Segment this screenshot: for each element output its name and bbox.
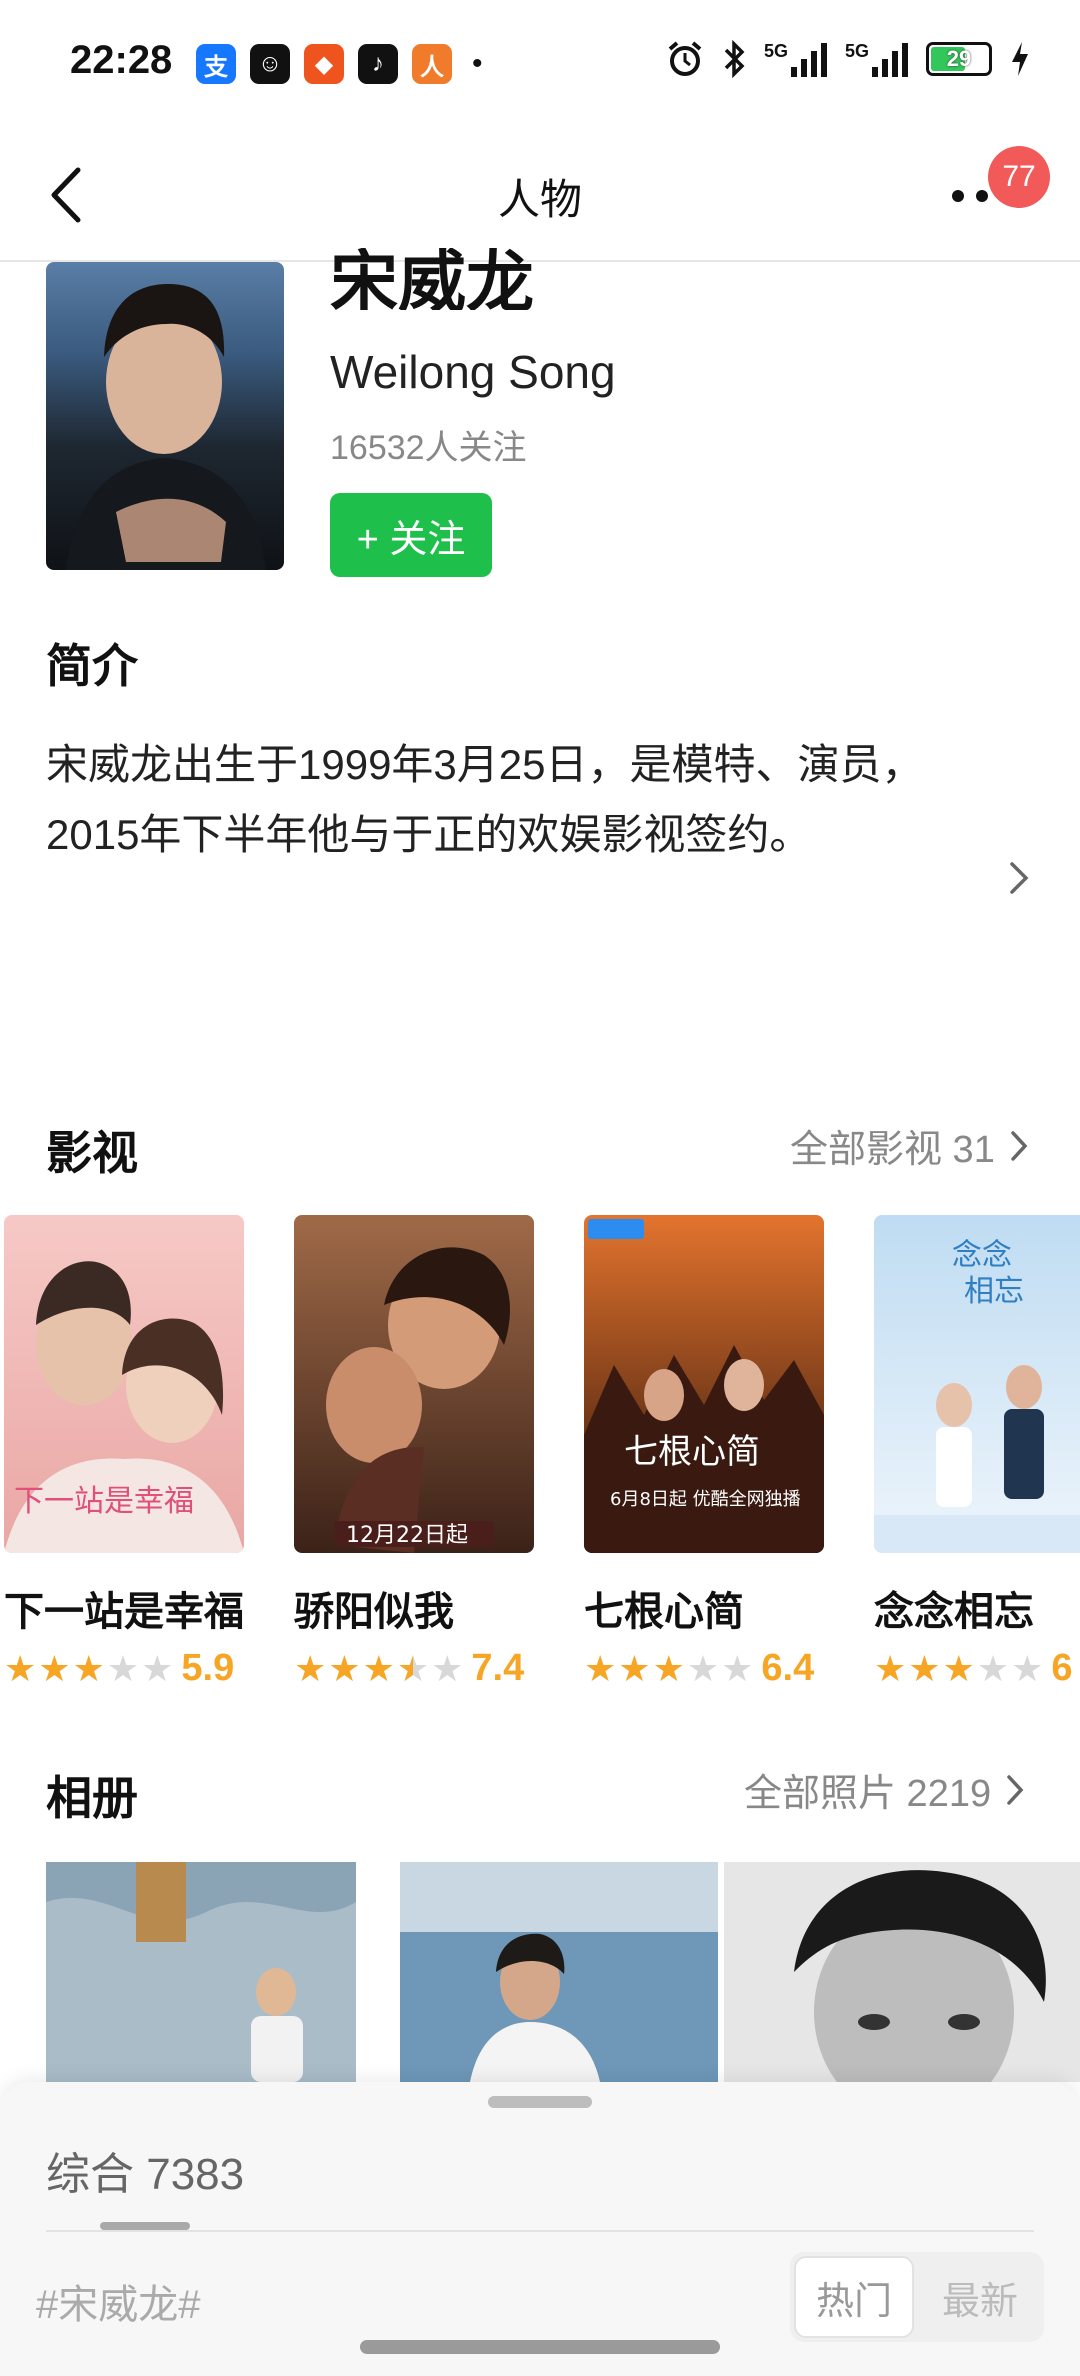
charging-icon: [1012, 42, 1028, 76]
app-person-icon: 人: [412, 44, 452, 84]
chevron-right-icon: [1007, 1774, 1024, 1805]
svg-text:七根心简: 七根心简: [624, 1432, 760, 1472]
svg-text:下一站是幸福: 下一站是幸福: [14, 1484, 194, 1519]
film-poster: 七根心简 6月8日起 优酷全网独播: [584, 1215, 824, 1553]
topic-hashtag[interactable]: #宋威龙#: [36, 2272, 201, 2330]
album-photo[interactable]: [46, 1862, 356, 2082]
film-poster: 下一站是幸福: [4, 1215, 244, 1553]
film-card[interactable]: 七根心简 6月8日起 优酷全网独播 七根心简 ★ ★ ★ ★ ★ 6.4: [584, 1215, 824, 1690]
app-music-icon: ♪: [358, 44, 398, 84]
battery-icon: 29: [926, 42, 992, 76]
film-rating: ★ ★ ★ ★ ★ 5.9: [4, 1647, 244, 1690]
film-score: 7.4: [471, 1647, 525, 1689]
follower-count: 16532人关注: [330, 429, 527, 467]
sheet-divider: [46, 2230, 1034, 2232]
person-avatar[interactable]: [46, 262, 284, 570]
home-indicator[interactable]: [360, 2340, 720, 2354]
sort-new-button[interactable]: 最新: [920, 2256, 1040, 2338]
intro-text[interactable]: 宋威龙出生于1999年3月25日，是模特、演员，2015年下半年他与于正的欢娱影…: [46, 730, 926, 870]
app-smile-icon: ☺: [250, 44, 290, 84]
sheet-drag-handle[interactable]: [488, 2096, 592, 2108]
svg-text:念念: 念念: [952, 1238, 1012, 1273]
film-card[interactable]: 念念 相忘 念念相忘 ★ ★ ★ ★ ★ 6: [874, 1215, 1080, 1690]
film-score: 6: [1051, 1647, 1073, 1689]
album-heading: 相册: [46, 1772, 138, 1824]
film-title: 骄阳似我: [294, 1590, 454, 1634]
notification-badge: 77: [988, 146, 1050, 208]
status-bar: 22:28 支 ☺ ◆ ♪ 人 • 5G 5G 29: [0, 0, 1080, 130]
film-card[interactable]: 下一站是幸福 下一站是幸福 ★ ★ ★ ★ ★ 5.9: [4, 1215, 244, 1690]
film-poster: 12月22日起: [294, 1215, 534, 1553]
more-notifications-dot: •: [472, 47, 483, 80]
svg-text:相忘: 相忘: [964, 1274, 1024, 1309]
rating-stars: ★ ★ ★ ★ ★: [294, 1647, 464, 1689]
all-films-link[interactable]: 全部影视 31: [790, 1118, 1029, 1173]
intro-heading: 简介: [46, 640, 138, 692]
page-title: 人物: [497, 176, 582, 223]
album-photo[interactable]: [724, 1862, 1080, 2082]
all-photos-link[interactable]: 全部照片 2219: [744, 1762, 1025, 1817]
film-rating: ★ ★ ★ ★ ★ 6.4: [584, 1647, 824, 1690]
films-heading: 影视: [46, 1127, 138, 1179]
film-poster: 念念 相忘: [874, 1215, 1080, 1553]
film-title: 念念相忘: [874, 1590, 1034, 1634]
app-orange-icon: ◆: [304, 44, 344, 84]
intro-expand-chevron-icon[interactable]: [1008, 860, 1030, 896]
person-name-cn: 宋威龙: [330, 248, 535, 310]
alarm-icon: [668, 41, 702, 76]
album-photo[interactable]: [400, 1862, 718, 2082]
comments-sheet[interactable]: 综合 7383 #宋威龙# 热门 最新: [0, 2082, 1080, 2376]
film-score: 5.9: [181, 1647, 235, 1689]
status-time: 22:28: [70, 38, 173, 82]
status-app-icons: 支 ☺ ◆ ♪ 人 •: [196, 44, 483, 84]
alipay-icon: 支: [196, 44, 236, 84]
avatar-image: [66, 284, 266, 570]
chevron-right-icon: [1011, 1130, 1028, 1161]
nav-bar: 人物 77: [0, 130, 1080, 262]
rating-stars: ★ ★ ★ ★ ★: [4, 1647, 174, 1689]
bluetooth-icon: [724, 40, 745, 78]
film-rating: ★ ★ ★ ★ ★ 7.4: [294, 1647, 534, 1690]
svg-text:6月8日起 优酷全网独播: 6月8日起 优酷全网独播: [610, 1489, 801, 1510]
system-icons: 5G 5G 29: [666, 40, 1030, 78]
sort-hot-button[interactable]: 热门: [794, 2256, 914, 2338]
signal-5g-2: 5G: [845, 41, 908, 77]
film-title: 下一站是幸福: [4, 1590, 244, 1634]
film-card[interactable]: 12月22日起 骄阳似我 ★ ★ ★ ★ ★ 7.4: [294, 1215, 534, 1690]
film-rating: ★ ★ ★ ★ ★ 6: [874, 1647, 1080, 1690]
person-name-en: Weilong Song: [330, 346, 616, 398]
sort-segmented-control: 热门 最新: [790, 2252, 1044, 2342]
rating-stars: ★ ★ ★ ★ ★: [874, 1647, 1044, 1689]
film-score: 6.4: [761, 1647, 815, 1689]
tab-indicator: [100, 2222, 190, 2230]
svg-text:12月22日起: 12月22日起: [346, 1523, 468, 1548]
more-options-icon[interactable]: [950, 188, 994, 204]
rating-stars: ★ ★ ★ ★ ★: [584, 1647, 754, 1689]
follow-button[interactable]: + 关注: [330, 493, 492, 577]
film-title: 七根心简: [584, 1590, 744, 1634]
tab-overall[interactable]: 综合 7383: [46, 2138, 244, 2202]
signal-5g-1: 5G: [764, 41, 827, 77]
